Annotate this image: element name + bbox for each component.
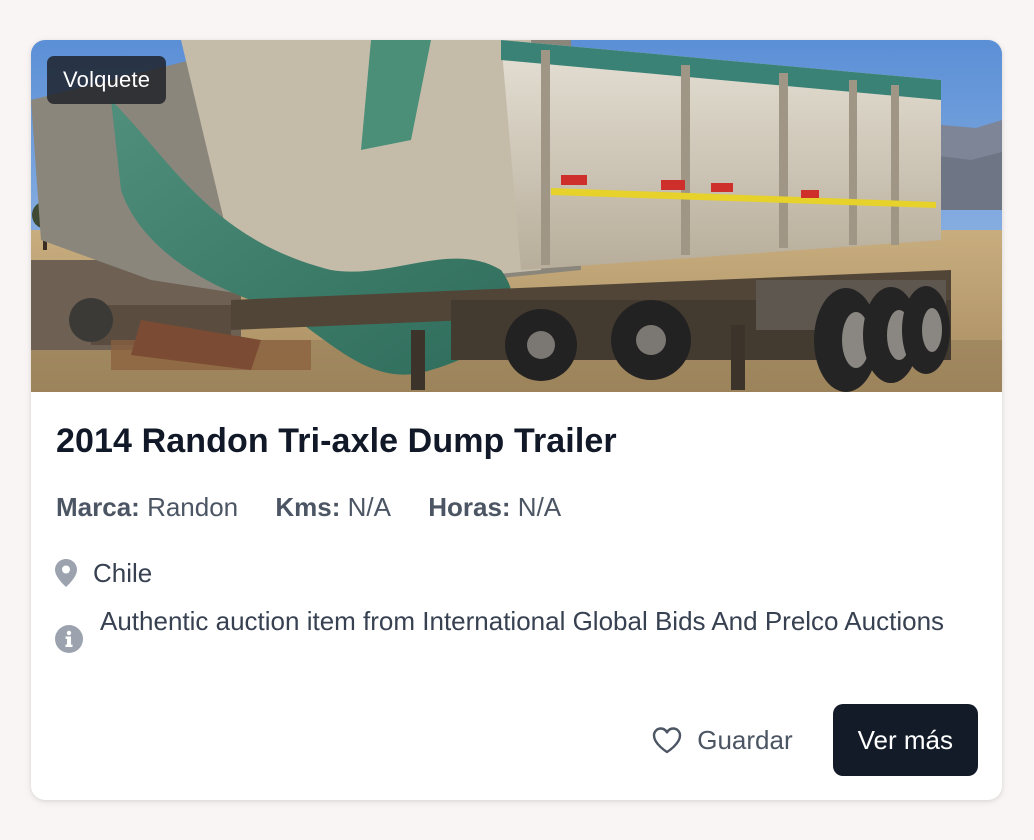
brand-label: Marca: <box>56 492 140 522</box>
spec-hours: Horas: N/A <box>428 492 561 523</box>
card-actions: Guardar Ver más <box>651 704 978 776</box>
category-badge: Volquete <box>47 56 167 104</box>
dump-trailer-image <box>31 40 1002 392</box>
brand-value: Randon <box>147 492 239 522</box>
listing-card: Volquete 2014 Randon Tri-axle Dump Trail… <box>31 40 1002 800</box>
hours-value: N/A <box>517 492 562 522</box>
location-row: Chile <box>54 556 152 590</box>
info-circle-icon <box>55 625 83 653</box>
map-pin-icon <box>55 559 77 587</box>
location-text: Chile <box>93 557 153 588</box>
heart-icon <box>653 727 682 754</box>
spec-kms: Kms: N/A <box>275 492 391 523</box>
kms-label: Kms: <box>275 492 341 522</box>
save-button[interactable]: Guardar <box>651 724 793 756</box>
specs-row: Marca: Randon Kms: N/A Horas: N/A <box>56 492 591 523</box>
kms-value: N/A <box>347 492 391 522</box>
listing-title[interactable]: 2014 Randon Tri-axle Dump Trailer <box>56 422 617 461</box>
view-more-button[interactable]: Ver más <box>832 704 978 776</box>
source-note-row: Authentic auction item from Internationa… <box>54 601 954 654</box>
source-note-text: Authentic auction item from Internationa… <box>100 606 945 636</box>
spec-brand: Marca: Randon <box>56 492 238 523</box>
listing-photo[interactable]: Volquete <box>31 40 1002 392</box>
hours-label: Horas: <box>428 492 511 522</box>
save-button-label: Guardar <box>697 724 793 755</box>
